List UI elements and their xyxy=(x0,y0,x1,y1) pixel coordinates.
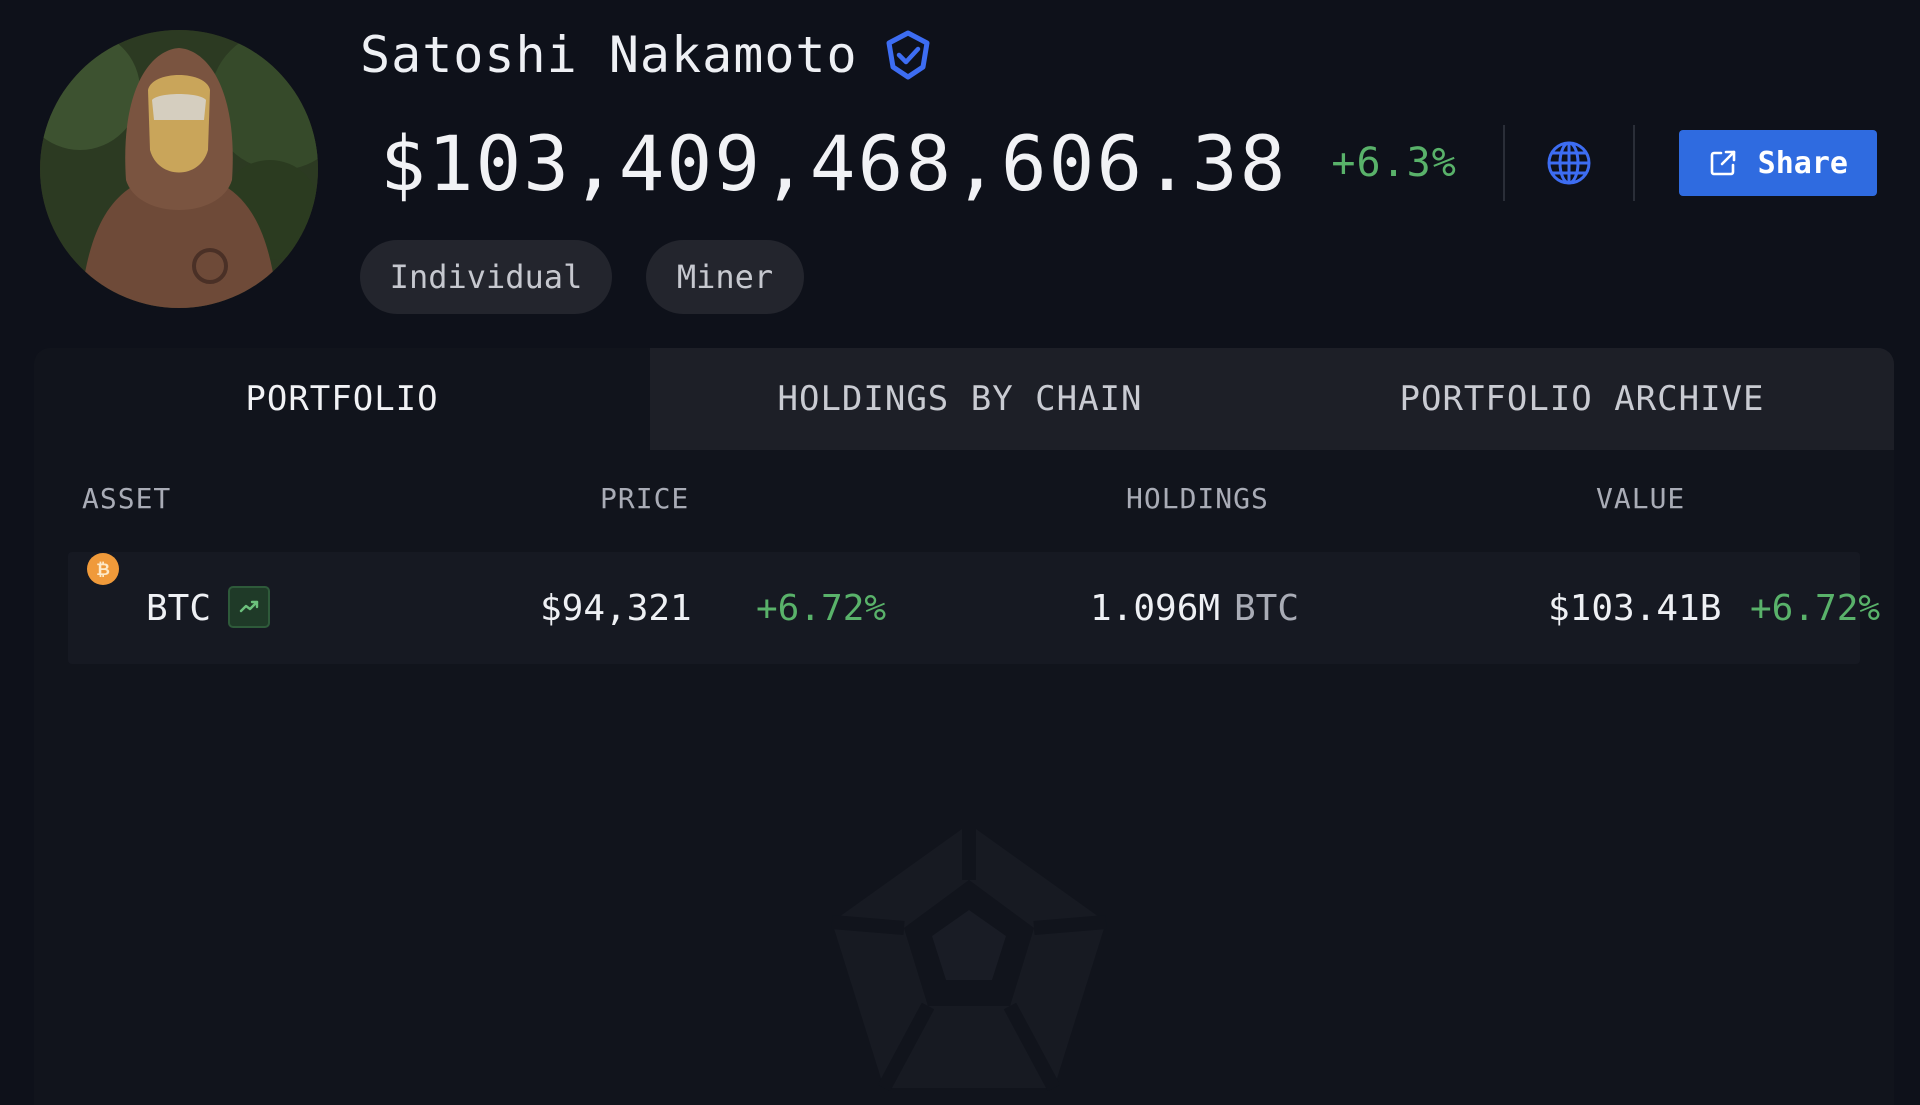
total-balance: $103,409,468,606.38 xyxy=(380,118,1288,208)
divider xyxy=(1632,125,1635,201)
tag-miner[interactable]: Miner xyxy=(646,240,804,314)
tab-portfolio[interactable]: PORTFOLIO xyxy=(34,348,650,450)
asset-price: $94,321 xyxy=(540,587,692,629)
divider xyxy=(1502,125,1505,201)
verified-badge-icon xyxy=(882,29,934,81)
entity-name: Satoshi Nakamoto xyxy=(360,26,858,84)
tab-portfolio-archive[interactable]: PORTFOLIO ARCHIVE xyxy=(1270,348,1894,450)
column-header-value[interactable]: VALUE xyxy=(1596,482,1685,515)
entity-name-row: Satoshi Nakamoto xyxy=(360,26,934,84)
asset-holdings-unit: BTC xyxy=(1234,587,1300,629)
column-header-asset[interactable]: ASSET xyxy=(82,482,171,515)
asset-symbol[interactable]: BTC xyxy=(146,552,211,664)
tag-individual[interactable]: Individual xyxy=(360,240,612,314)
share-button[interactable]: Share xyxy=(1678,130,1877,196)
svg-text:₿: ₿ xyxy=(96,560,110,580)
external-link-icon xyxy=(1708,148,1738,178)
globe-icon[interactable] xyxy=(1545,139,1593,187)
column-header-holdings[interactable]: HOLDINGS xyxy=(1126,482,1269,515)
column-header-price[interactable]: PRICE xyxy=(600,482,689,515)
entity-profile-page: Satoshi Nakamoto $103,409,468,606.38 +6.… xyxy=(0,0,1920,1105)
asset-holdings: 1.096M xyxy=(1090,587,1221,629)
tab-bar: PORTFOLIO HOLDINGS BY CHAIN PORTFOLIO AR… xyxy=(34,348,1894,450)
trending-up-icon[interactable] xyxy=(228,586,270,628)
asset-value: $103.41B xyxy=(1548,587,1722,629)
arkham-logo-icon xyxy=(824,818,1114,1105)
asset-value-change: +6.72% xyxy=(1750,587,1881,629)
asset-price-change: +6.72% xyxy=(756,587,887,629)
balance-change: +6.3% xyxy=(1331,140,1457,186)
table-row[interactable]: ₿ BTC $94,321 +6.72% 1.096M BTC $103.41B… xyxy=(68,552,1880,664)
balance-row: $103,409,468,606.38 +6.3% Share xyxy=(380,118,1877,208)
table-header: ASSET PRICE HOLDINGS VALUE xyxy=(34,482,1894,542)
entity-avatar xyxy=(40,30,318,308)
bitcoin-icon: ₿ xyxy=(86,552,120,586)
portfolio-panel: PORTFOLIO HOLDINGS BY CHAIN PORTFOLIO AR… xyxy=(34,348,1894,1105)
share-label: Share xyxy=(1757,145,1848,181)
tab-holdings-by-chain[interactable]: HOLDINGS BY CHAIN xyxy=(650,348,1270,450)
